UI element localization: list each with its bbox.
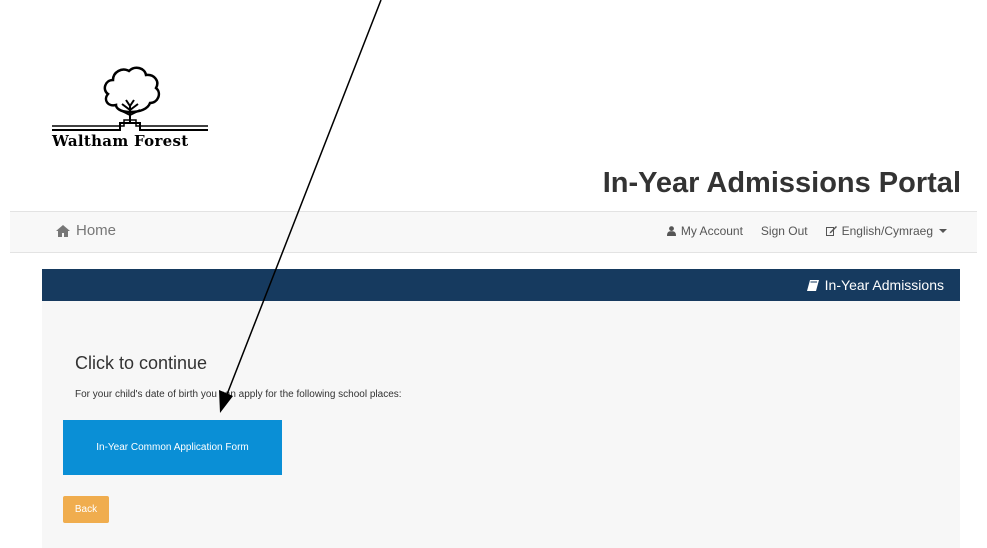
language-label: English/Cymraeg: [841, 224, 933, 238]
nav-home-link[interactable]: Home: [56, 222, 116, 239]
common-application-form-button[interactable]: In-Year Common Application Form: [63, 420, 282, 475]
navbar: Home My Account Sign Out English/Cymraeg: [10, 211, 977, 253]
edit-icon: [825, 226, 837, 236]
page-title: In-Year Admissions Portal: [602, 167, 961, 199]
admissions-panel: In-Year Admissions Click to continue For…: [42, 269, 960, 548]
home-icon: [56, 224, 70, 237]
sign-out-link[interactable]: Sign Out: [761, 224, 808, 238]
panel-header-label: In-Year Admissions: [824, 277, 944, 293]
tree-logo-icon: [52, 66, 208, 131]
sign-out-label: Sign Out: [760, 224, 808, 238]
panel-header: In-Year Admissions: [42, 269, 960, 301]
panel-instruction-text: For your child's date of birth you can a…: [75, 389, 402, 400]
book-icon: [806, 279, 819, 291]
logo-text: Waltham Forest: [52, 132, 189, 150]
language-dropdown[interactable]: English/Cymraeg: [825, 224, 947, 238]
panel-heading: Click to continue: [75, 353, 208, 373]
nav-home-label: Home: [76, 222, 117, 239]
nav-right-menu: My Account Sign Out English/Cymraeg: [666, 224, 947, 238]
user-icon: [666, 226, 676, 236]
my-account-label: My Account: [680, 224, 743, 238]
back-button[interactable]: Back: [63, 496, 109, 523]
panel-header-title: In-Year Admissions: [806, 277, 944, 293]
brand-logo: Waltham Forest: [50, 60, 210, 150]
my-account-link[interactable]: My Account: [666, 224, 743, 238]
caret-down-icon: [939, 229, 947, 233]
